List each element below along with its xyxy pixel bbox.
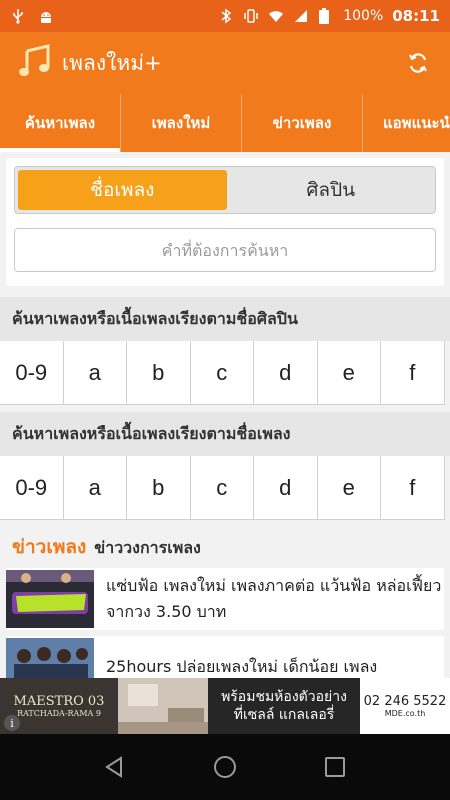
song-letter-a[interactable]: a — [63, 456, 127, 520]
tab-search[interactable]: ค้นหาเพลง — [0, 94, 121, 152]
battery-level: 100% — [343, 8, 384, 24]
ad-site: MDE.co.th — [384, 709, 426, 718]
news-item[interactable]: แซ่บฟ้อ เพลงใหม่ เพลงภาคต่อ แว้นฟ้อ หล่อ… — [6, 568, 444, 630]
tab-news[interactable]: ข่าวเพลง — [242, 94, 363, 152]
artist-letter-a[interactable]: a — [63, 341, 127, 405]
artist-letter-row: 0-9 a b c d e f — [0, 341, 450, 405]
search-type-toggle: ชื่อเพลง ศิลปิน — [14, 166, 436, 214]
ad-headline-1: พร้อมชมห้องตัวอย่าง — [221, 689, 347, 705]
clock: 08:11 — [392, 7, 440, 25]
artist-letter-d[interactable]: d — [254, 341, 318, 405]
artist-letter-0-9[interactable]: 0-9 — [0, 341, 64, 405]
back-button[interactable] — [95, 747, 135, 787]
news-headline: 25hours ปล่อยเพลงใหม่ เด็กน้อย เพลง — [106, 657, 378, 676]
tab-new-songs[interactable]: เพลงใหม่ — [121, 94, 242, 152]
home-icon — [214, 756, 236, 778]
wifi-icon — [268, 8, 284, 24]
ad-message: พร้อมชมห้องตัวอย่าง ที่เซลล์ แกลเลอรี่ — [208, 678, 360, 734]
song-section-title: ค้นหาเพลงหรือเนื้อเพลงเรียงตามชื่อเพลง — [0, 412, 450, 456]
battery-icon — [318, 8, 334, 24]
song-letter-b[interactable]: b — [127, 456, 191, 520]
ad-info-icon[interactable]: i — [4, 715, 20, 731]
app-bar: เพลงใหม่+ — [0, 32, 450, 94]
refresh-icon — [409, 53, 427, 73]
tab-bar: ค้นหาเพลง เพลงใหม่ ข่าวเพลง แอพแนะนำ — [0, 94, 450, 152]
news-heading: ข่าวเพลง ข่าววงการเพลง — [12, 532, 201, 562]
segment-song-name[interactable]: ชื่อเพลง — [18, 170, 227, 210]
status-bar: 100% 08:11 — [0, 0, 450, 32]
ad-room-image — [118, 678, 208, 734]
artist-section-title: ค้นหาเพลงหรือเนื้อเพลงเรียงตามชื่อศิลปิน — [0, 297, 450, 341]
song-letter-f[interactable]: f — [381, 456, 445, 520]
artist-letter-e[interactable]: e — [317, 341, 381, 405]
search-input[interactable] — [14, 228, 436, 272]
ad-contact: 02 246 5522 MDE.co.th — [360, 678, 450, 734]
news-thumbnail — [6, 570, 94, 628]
song-letter-d[interactable]: d — [254, 456, 318, 520]
android-icon — [38, 8, 54, 24]
refresh-button[interactable] — [404, 49, 432, 77]
system-nav-bar — [0, 734, 450, 800]
artist-letter-f[interactable]: f — [381, 341, 445, 405]
search-card: ชื่อเพลง ศิลปิน — [6, 158, 444, 286]
recents-icon — [325, 757, 345, 777]
song-letter-0-9[interactable]: 0-9 — [0, 456, 64, 520]
ad-phone: 02 246 5522 — [363, 694, 447, 709]
artist-letter-b[interactable]: b — [127, 341, 191, 405]
news-subtitle: ข่าววงการเพลง — [94, 538, 201, 557]
song-letter-c[interactable]: c — [190, 456, 254, 520]
ad-banner[interactable]: MAESTRO 03 RATCHADA-RAMA 9 พร้อมชมห้องตั… — [0, 678, 450, 734]
music-note-icon — [18, 43, 52, 83]
recents-button[interactable] — [315, 747, 355, 787]
news-title: ข่าวเพลง — [12, 536, 87, 558]
usb-icon — [10, 8, 26, 24]
artist-letter-c[interactable]: c — [190, 341, 254, 405]
ad-brand: MAESTRO 03 — [13, 694, 105, 709]
ad-headline-2: ที่เซลล์ แกลเลอรี่ — [233, 707, 335, 723]
vibrate-icon — [243, 8, 259, 24]
signal-icon — [293, 8, 309, 24]
segment-artist[interactable]: ศิลปิน — [227, 167, 436, 213]
news-headline: แซ่บฟ้อ เพลงใหม่ เพลงภาคต่อ แว้นฟ้อ หล่อ… — [106, 576, 442, 621]
app-title: เพลงใหม่+ — [62, 50, 162, 75]
song-letter-e[interactable]: e — [317, 456, 381, 520]
bluetooth-icon — [218, 8, 234, 24]
home-button[interactable] — [205, 747, 245, 787]
song-letter-row: 0-9 a b c d e f — [0, 456, 450, 520]
ad-brand-sub: RATCHADA-RAMA 9 — [17, 709, 101, 718]
tab-recommended-apps[interactable]: แอพแนะนำ — [363, 94, 450, 152]
back-icon — [105, 756, 122, 778]
